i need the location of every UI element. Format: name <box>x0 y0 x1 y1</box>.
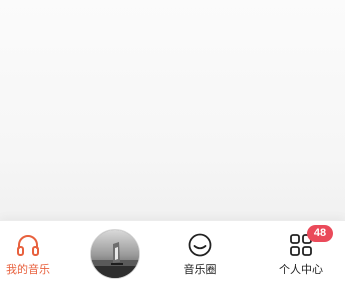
now-playing-button[interactable] <box>88 221 144 282</box>
smile-icon <box>188 233 212 257</box>
content-area <box>0 0 345 220</box>
tab-my-music[interactable]: 我的音乐 <box>0 221 56 282</box>
album-art <box>90 229 140 279</box>
tab-my-music-label: 我的音乐 <box>6 263 50 276</box>
bottom-tab-bar: 我的音乐 音乐圈 48 个人中心 <box>0 220 345 282</box>
tab-music-circle[interactable]: 音乐圈 <box>172 221 228 282</box>
tab-music-circle-label: 音乐圈 <box>183 263 217 276</box>
tab-me[interactable]: 48 个人中心 <box>270 221 333 282</box>
tab-me-label: 个人中心 <box>279 263 323 276</box>
notification-badge: 48 <box>307 225 333 242</box>
app-screen: 我的音乐 音乐圈 48 个人中心 <box>0 0 345 282</box>
headphones-icon <box>17 235 39 256</box>
